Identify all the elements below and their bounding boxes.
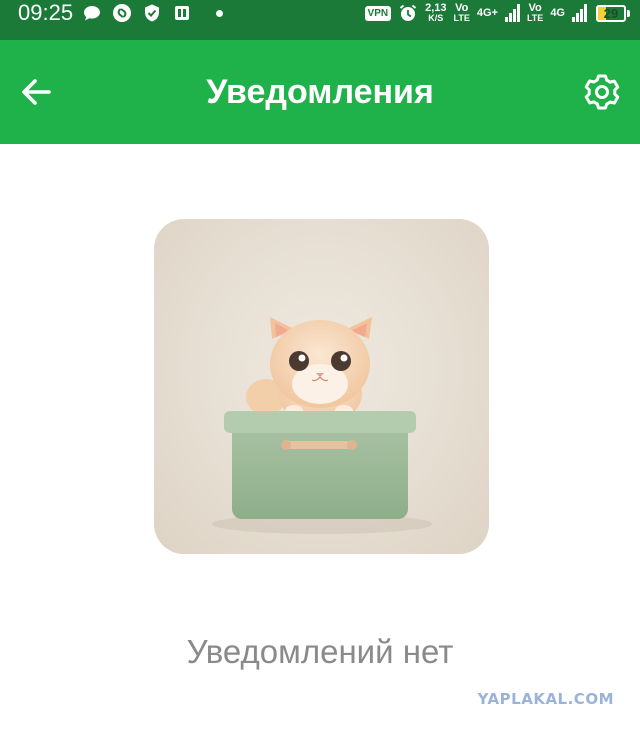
battery-icon: 29 — [596, 4, 626, 22]
network-speed: 2,13 K/S — [425, 2, 447, 23]
battery-level: 29 — [603, 5, 619, 21]
alarm-icon — [399, 4, 417, 21]
gear-icon — [584, 74, 620, 110]
shazam-icon — [113, 4, 131, 22]
watermark: YAPLAKAL.COM — [477, 690, 614, 708]
battery-cap — [627, 9, 630, 17]
sim2-volte: Vo LTE — [526, 2, 544, 23]
app-bar: Уведомления — [0, 40, 640, 144]
status-left-icons — [82, 3, 223, 23]
arrow-left-icon — [22, 79, 51, 105]
back-button[interactable] — [14, 70, 58, 114]
cat-in-box-image — [212, 317, 432, 534]
page-title-wrap: Уведомления — [0, 70, 640, 114]
status-right-icons: VPN 2,13 K/S Vo LTE 4G+ Vo LTE 4G 29 — [364, 0, 630, 26]
empty-notifications-message: Уведомлений нет — [186, 633, 454, 670]
page-title: Уведомления — [206, 73, 434, 111]
status-time: 09:25 — [18, 0, 74, 25]
office-icon — [175, 6, 189, 20]
settings-button[interactable] — [580, 70, 624, 114]
sim1-volte: Vo LTE — [453, 2, 470, 23]
cat-in-box-illustration — [154, 219, 489, 554]
shield-check-icon — [145, 4, 159, 22]
status-bar: 09:25 VPN 2,13 K/S Vo LTE 4G+ Vo LTE 4G … — [0, 0, 640, 40]
sim2-network: 4G — [550, 6, 565, 19]
sim1-signal-icon — [504, 4, 520, 22]
chat-bubble-icon — [84, 6, 100, 21]
vpn-badge: VPN — [364, 5, 392, 21]
notification-dot — [216, 9, 223, 17]
sim1-network: 4G+ — [476, 6, 498, 19]
sim2-signal-icon — [572, 4, 587, 22]
